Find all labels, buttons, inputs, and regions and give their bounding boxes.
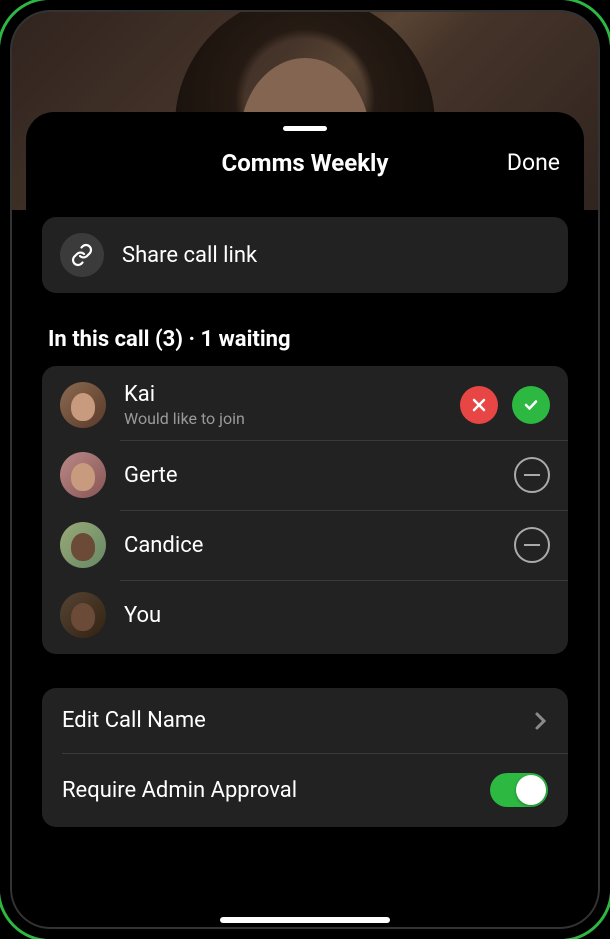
avatar	[60, 452, 106, 498]
approve-button[interactable]	[512, 386, 550, 424]
section-header: In this call (3) · 1 waiting	[48, 327, 562, 352]
avatar	[60, 522, 106, 568]
remove-button[interactable]	[514, 457, 550, 493]
participant-row: Candice	[42, 510, 568, 580]
home-indicator[interactable]	[220, 917, 390, 923]
participant-row-self: You	[42, 580, 568, 650]
reject-button[interactable]	[460, 386, 498, 424]
remove-button[interactable]	[514, 527, 550, 563]
settings-card: Edit Call Name Require Admin Approval	[42, 688, 568, 827]
edit-call-name-label: Edit Call Name	[62, 708, 206, 733]
share-link-card[interactable]: Share call link	[42, 217, 568, 293]
participant-row-waiting: Kai Would like to join	[42, 370, 568, 440]
link-icon	[60, 233, 104, 277]
admin-approval-toggle[interactable]	[490, 773, 548, 807]
participant-name: Candice	[124, 533, 496, 558]
admin-approval-row: Require Admin Approval	[42, 753, 568, 827]
call-options-sheet: Comms Weekly Done Share call link In thi…	[26, 112, 584, 919]
sheet-grabber[interactable]	[283, 126, 327, 131]
x-icon	[471, 397, 487, 413]
participants-list: Kai Would like to join Gerte	[42, 366, 568, 654]
participant-name: Kai	[124, 382, 442, 407]
edit-call-name-row[interactable]: Edit Call Name	[42, 688, 568, 753]
participant-name: Gerte	[124, 463, 496, 488]
participant-row: Gerte	[42, 440, 568, 510]
participant-name: You	[124, 603, 550, 628]
avatar	[60, 382, 106, 428]
share-link-label: Share call link	[122, 243, 257, 268]
avatar	[60, 592, 106, 638]
minus-icon	[524, 544, 540, 547]
admin-approval-label: Require Admin Approval	[62, 778, 297, 803]
sheet-title: Comms Weekly	[26, 149, 584, 177]
chevron-right-icon	[534, 710, 548, 732]
minus-icon	[524, 474, 540, 477]
done-button[interactable]: Done	[507, 149, 560, 176]
check-icon	[522, 396, 540, 414]
participant-status: Would like to join	[124, 409, 442, 428]
